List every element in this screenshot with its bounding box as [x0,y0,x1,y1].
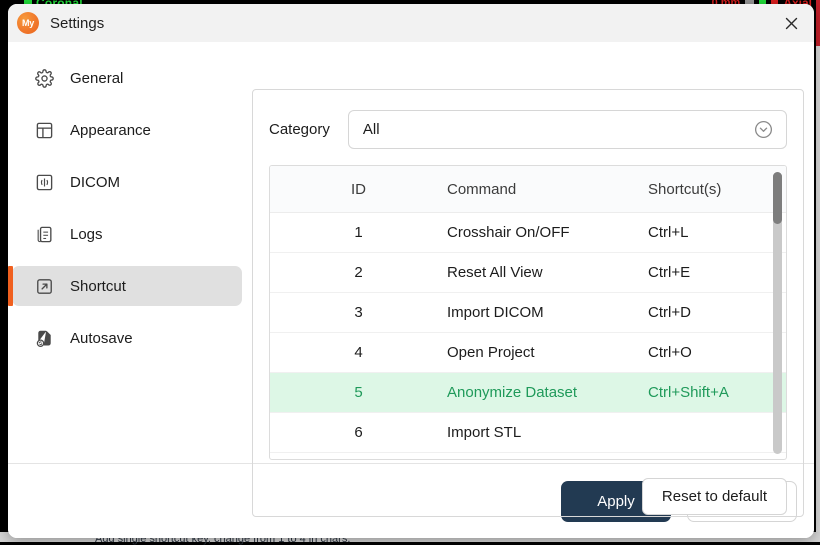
cell-id: 7 [270,453,447,461]
cell-shortcut[interactable]: Ctrl+D [648,293,786,333]
table-scrollbar-thumb[interactable] [773,172,782,224]
dialog-title: Settings [50,15,104,32]
shortcut-table-container: ID Command Shortcut(s) 1Crosshair On/OFF… [269,165,787,460]
reset-to-default-button[interactable]: Reset to default [642,478,787,515]
cell-command: Crosshair On/OFF [447,213,648,253]
sidebar-item-label: General [70,70,123,87]
cell-command: Anonymize Dataset [447,373,648,413]
table-row[interactable]: 5Anonymize DatasetCtrl+Shift+A [270,373,786,413]
sidebar-item-dicom[interactable]: DICOM [12,162,242,202]
table-row[interactable]: 2Reset All ViewCtrl+E [270,253,786,293]
reset-row: Reset to default [269,478,787,515]
cell-shortcut[interactable]: Ctrl+Shift+A [648,373,786,413]
sidebar-item-shortcut[interactable]: Shortcut [12,266,242,306]
layout-icon [33,119,55,141]
table-row[interactable]: 3Import DICOMCtrl+D [270,293,786,333]
cell-shortcut[interactable]: Ctrl+S [648,453,786,461]
category-label: Category [269,121,330,138]
table-scrollbar[interactable] [773,172,782,454]
cell-command: Open Project [447,333,648,373]
cell-shortcut[interactable]: Ctrl+E [648,253,786,293]
dicom-icon [33,171,55,193]
column-header-command[interactable]: Command [447,166,648,213]
category-selected-value: All [363,121,753,138]
cell-id: 4 [270,333,447,373]
background-right-strip-red [816,0,820,46]
background-right-scrollbar [816,46,820,542]
sidebar-item-label: DICOM [70,174,120,191]
cell-command: Save [447,453,648,461]
cell-command: Import DICOM [447,293,648,333]
column-header-id[interactable]: ID [270,166,447,213]
shortcut-table: ID Command Shortcut(s) 1Crosshair On/OFF… [270,166,786,460]
sidebar-item-label: Logs [70,226,103,243]
sidebar-item-label: Shortcut [70,278,126,295]
cell-shortcut[interactable] [648,413,786,453]
sidebar-item-label: Appearance [70,122,151,139]
shortcut-settings-panel: Category All ID Co [252,89,804,517]
dialog-body: General Appearance [8,42,814,463]
shortcut-icon [33,275,55,297]
chevron-down-circle-icon [753,119,774,140]
sidebar-item-general[interactable]: General [12,58,242,98]
gear-icon [33,67,55,89]
cell-command: Reset All View [447,253,648,293]
close-icon[interactable] [774,8,808,38]
cell-id: 2 [270,253,447,293]
table-row[interactable]: 7SaveCtrl+S [270,453,786,461]
autosave-icon [33,327,55,349]
document-icon [33,223,55,245]
shortcut-table-head: ID Command Shortcut(s) [270,166,786,213]
cell-id: 1 [270,213,447,253]
cell-id: 6 [270,413,447,453]
cell-command: Import STL [447,413,648,453]
table-row[interactable]: 4Open ProjectCtrl+O [270,333,786,373]
dialog-title-bar: My Settings [8,4,814,42]
cell-shortcut[interactable]: Ctrl+L [648,213,786,253]
sidebar-item-appearance[interactable]: Appearance [12,110,242,150]
table-row[interactable]: 1Crosshair On/OFFCtrl+L [270,213,786,253]
category-row: Category All [269,110,787,149]
column-header-shortcut[interactable]: Shortcut(s) [648,166,786,213]
cell-id: 3 [270,293,447,333]
settings-sidebar: General Appearance [8,42,246,463]
sidebar-item-logs[interactable]: Logs [12,214,242,254]
settings-dialog: My Settings General [8,4,814,538]
category-dropdown[interactable]: All [348,110,787,149]
shortcut-table-body: 1Crosshair On/OFFCtrl+L2Reset All ViewCt… [270,213,786,461]
table-row[interactable]: 6Import STL [270,413,786,453]
app-logo-icon: My [17,12,39,34]
cell-shortcut[interactable]: Ctrl+O [648,333,786,373]
sidebar-item-autosave[interactable]: Autosave [12,318,242,358]
sidebar-item-label: Autosave [70,330,133,347]
table-header-row: ID Command Shortcut(s) [270,166,786,213]
cell-id: 5 [270,373,447,413]
